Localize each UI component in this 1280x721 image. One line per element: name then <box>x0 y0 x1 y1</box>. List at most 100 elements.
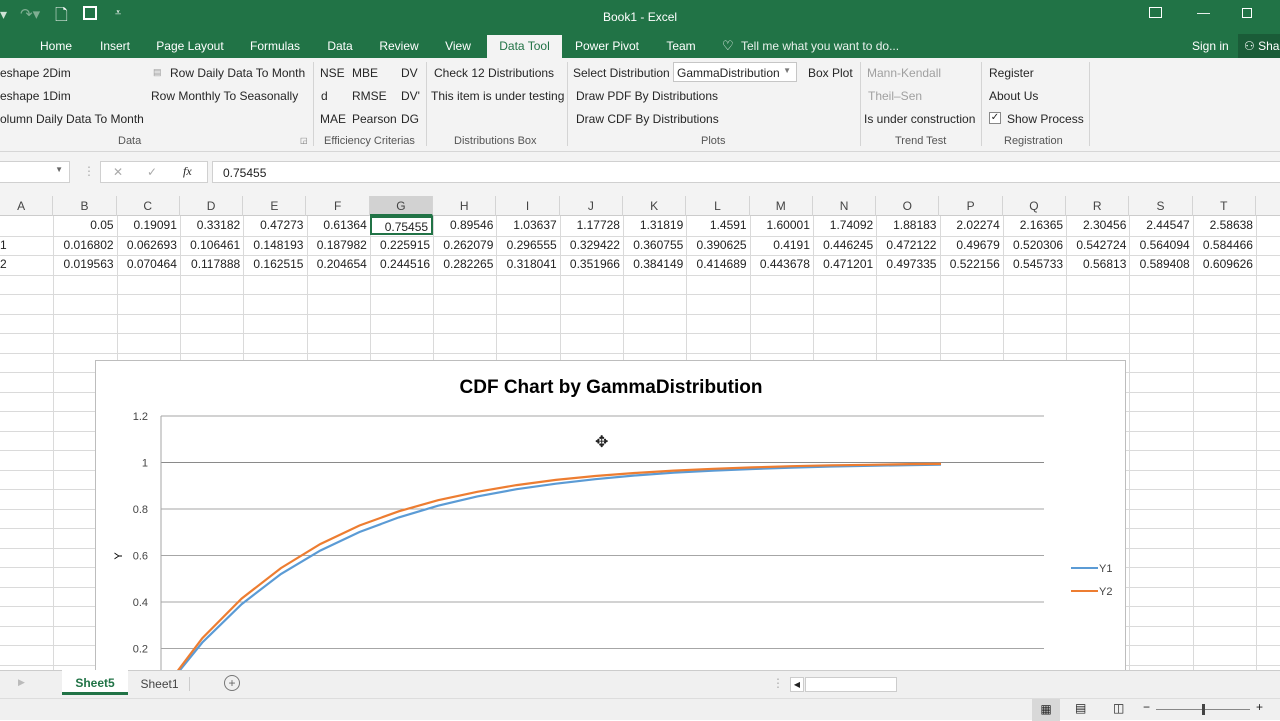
under-testing-button[interactable]: This item is under testing <box>431 89 564 103</box>
tab-page-layout[interactable]: Page Layout <box>156 39 223 53</box>
mae-button[interactable]: MAE <box>320 112 346 126</box>
scroll-left-icon[interactable]: ◀ <box>790 677 804 692</box>
column-header-N[interactable]: N <box>813 196 876 216</box>
column-header-Q[interactable]: Q <box>1003 196 1066 216</box>
cell[interactable]: 0.351966 <box>560 255 623 274</box>
cell[interactable]: 1.60001 <box>750 216 813 235</box>
d-button[interactable]: d <box>321 89 328 103</box>
cell[interactable]: 0.61364 <box>307 216 370 235</box>
draw-cdf-button[interactable]: Draw CDF By Distributions <box>576 112 719 126</box>
distribution-select[interactable]: GammaDistribution▼ <box>673 62 797 82</box>
cell[interactable]: 0.148193 <box>243 236 306 255</box>
cell[interactable]: 0.542724 <box>1066 236 1129 255</box>
cell[interactable]: 0.187982 <box>307 236 370 255</box>
cell[interactable]: 0.282265 <box>433 255 496 274</box>
formula-input[interactable]: 0.75455 <box>212 161 1280 183</box>
customize-toolbar-icon[interactable]: ⩡ <box>115 7 121 20</box>
cell[interactable]: 0.225915 <box>370 236 433 255</box>
mbe-button[interactable]: MBE <box>352 66 378 80</box>
dg-button[interactable]: DG <box>401 112 419 126</box>
cell[interactable]: 2.44547 <box>1129 216 1192 235</box>
reshape-2dim-button[interactable]: eshape 2Dim <box>0 66 71 80</box>
cell[interactable]: 1.31819 <box>623 216 686 235</box>
splitter-handle[interactable]: ⋮ <box>772 676 784 690</box>
cell[interactable]: 0.062693 <box>117 236 180 255</box>
cell[interactable]: 1 <box>0 236 50 255</box>
cell[interactable]: 0.019563 <box>53 255 116 274</box>
dv-prime-button[interactable]: DV' <box>401 89 420 103</box>
sheet-tab-sheet5[interactable]: Sheet5 <box>62 670 128 695</box>
cell[interactable]: 2.16365 <box>1003 216 1066 235</box>
cell[interactable]: 1.17728 <box>560 216 623 235</box>
column-header-C[interactable]: C <box>117 196 180 216</box>
sign-in-link[interactable]: Sign in <box>1192 39 1229 53</box>
column-header-M[interactable]: M <box>750 196 813 216</box>
column-header-J[interactable]: J <box>560 196 623 216</box>
theil-sen-button[interactable]: Theil–Sen <box>868 89 922 103</box>
check-12-distributions-button[interactable]: Check 12 Distributions <box>434 66 554 80</box>
tab-home[interactable]: Home <box>40 39 72 53</box>
tab-data-tool[interactable]: Data Tool <box>487 35 562 58</box>
under-construction-button[interactable]: Is under construction <box>864 112 975 126</box>
column-header-I[interactable]: I <box>496 196 559 216</box>
cell[interactable]: 0.384149 <box>623 255 686 274</box>
share-button[interactable]: ⚇ Share <box>1238 34 1280 58</box>
add-sheet-icon[interactable]: + <box>224 675 240 691</box>
tab-formulas[interactable]: Formulas <box>250 39 300 53</box>
chart[interactable]: CDF Chart by GammaDistribution1.210.80.6… <box>95 360 1126 680</box>
cell[interactable]: 0.56813 <box>1066 255 1129 274</box>
cell[interactable]: 0.584466 <box>1193 236 1256 255</box>
nse-button[interactable]: NSE <box>320 66 345 80</box>
cell[interactable]: 1.03637 <box>496 216 559 235</box>
cancel-icon[interactable]: ✕ <box>113 165 123 179</box>
cell[interactable]: 1.74092 <box>813 216 876 235</box>
cell[interactable]: 0.4191 <box>750 236 813 255</box>
zoom-out-icon[interactable]: − <box>1143 700 1150 714</box>
zoom-in-icon[interactable]: + <box>1256 700 1263 714</box>
save-icon[interactable] <box>83 6 97 20</box>
tab-review[interactable]: Review <box>379 39 418 53</box>
column-header-S[interactable]: S <box>1129 196 1192 216</box>
column-header-E[interactable]: E <box>243 196 306 216</box>
tell-me-search[interactable]: Tell me what you want to do... <box>741 39 899 53</box>
row-monthly-to-seasonally-button[interactable]: Row Monthly To Seasonally <box>151 89 298 103</box>
redo-icon[interactable]: ↷▾ <box>20 5 40 23</box>
zoom-slider-thumb[interactable] <box>1202 704 1205 715</box>
undo-dropdown-icon[interactable]: ▾ <box>0 6 7 23</box>
normal-view-icon[interactable]: ▦ <box>1032 699 1060 721</box>
tab-view[interactable]: View <box>445 39 471 53</box>
tab-data[interactable]: Data <box>327 39 352 53</box>
cell[interactable]: 0.589408 <box>1129 255 1192 274</box>
cell[interactable]: 0.296555 <box>496 236 559 255</box>
cell[interactable]: 0.609626 <box>1193 255 1256 274</box>
cell[interactable]: 0.262079 <box>433 236 496 255</box>
cell[interactable]: 0.522156 <box>940 255 1003 274</box>
cell[interactable]: 0.497335 <box>876 255 939 274</box>
cell[interactable]: 2.30456 <box>1066 216 1129 235</box>
row-daily-to-month-button[interactable]: Row Daily Data To Month <box>170 66 305 80</box>
column-header-B[interactable]: B <box>53 196 116 216</box>
cell[interactable]: 0.244516 <box>370 255 433 274</box>
cell[interactable]: 0.390625 <box>686 236 749 255</box>
page-layout-view-icon[interactable]: ▤ <box>1075 701 1086 715</box>
dv-button[interactable]: DV <box>401 66 418 80</box>
tab-team[interactable]: Team <box>666 39 695 53</box>
cell[interactable]: 0.19091 <box>117 216 180 235</box>
column-header-D[interactable]: D <box>180 196 243 216</box>
cell[interactable]: 0.446245 <box>813 236 876 255</box>
cell[interactable]: 0.471201 <box>813 255 876 274</box>
page-break-view-icon[interactable]: ◫ <box>1113 701 1124 715</box>
cell[interactable]: 1.4591 <box>686 216 749 235</box>
cell[interactable]: 0.05 <box>53 216 116 235</box>
mann-kendall-button[interactable]: Mann-Kendall <box>867 66 941 80</box>
cell[interactable]: 2.02274 <box>940 216 1003 235</box>
cell[interactable]: 2.58638 <box>1193 216 1256 235</box>
cell[interactable]: 0.106461 <box>180 236 243 255</box>
draw-pdf-button[interactable]: Draw PDF By Distributions <box>576 89 718 103</box>
scroll-tabs-icon[interactable]: ▶ <box>18 677 25 688</box>
cell[interactable]: 0.360755 <box>623 236 686 255</box>
cell[interactable]: 0.472122 <box>876 236 939 255</box>
column-header-G[interactable]: G <box>370 196 433 216</box>
cell[interactable]: 0.329422 <box>560 236 623 255</box>
column-header-H[interactable]: H <box>433 196 496 216</box>
